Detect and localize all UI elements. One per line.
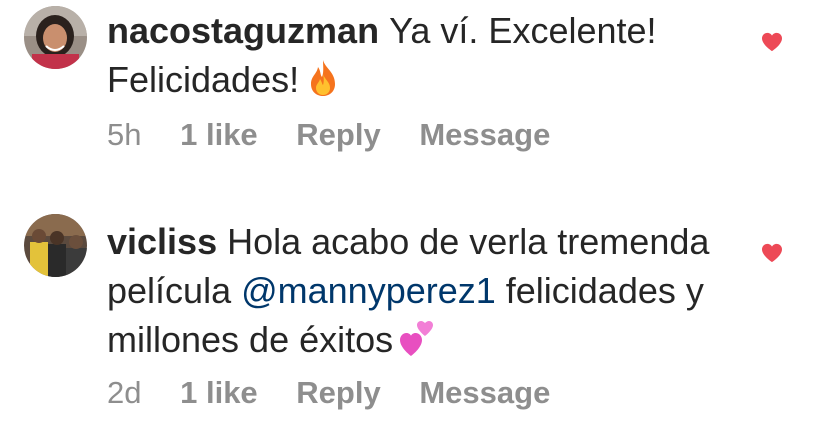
message-button[interactable]: Message: [419, 117, 550, 153]
comment-meta: 5h 1 like Reply Message: [107, 117, 580, 153]
reply-button[interactable]: Reply: [296, 117, 380, 153]
comment-username[interactable]: vicliss: [107, 221, 217, 262]
avatar[interactable]: [24, 214, 87, 277]
likes-count[interactable]: 1 like: [180, 375, 258, 411]
message-button[interactable]: Message: [419, 375, 550, 411]
mention-link[interactable]: @mannyperez1: [241, 270, 496, 311]
fire-icon: [305, 58, 341, 98]
reply-button[interactable]: Reply: [296, 375, 380, 411]
comment-text: nacostaguzman Ya ví. Excelente! Felicidad…: [107, 6, 747, 104]
comment-timestamp[interactable]: 2d: [107, 375, 141, 411]
comment-text: vicliss Hola acabo de verla tremenda pelí…: [107, 217, 747, 364]
heart-icon[interactable]: [761, 243, 783, 263]
comment-item: vicliss Hola acabo de verla tremenda pelí…: [0, 200, 828, 446]
comment-meta: 2d 1 like Reply Message: [107, 375, 580, 411]
comment-timestamp[interactable]: 5h: [107, 117, 141, 153]
comment-username[interactable]: nacostaguzman: [107, 10, 379, 51]
heart-icon[interactable]: [761, 32, 783, 52]
likes-count[interactable]: 1 like: [180, 117, 258, 153]
avatar[interactable]: [24, 6, 87, 69]
comment-item: nacostaguzman Ya ví. Excelente! Felicidad…: [0, 0, 828, 200]
two-hearts-icon: [399, 318, 435, 358]
